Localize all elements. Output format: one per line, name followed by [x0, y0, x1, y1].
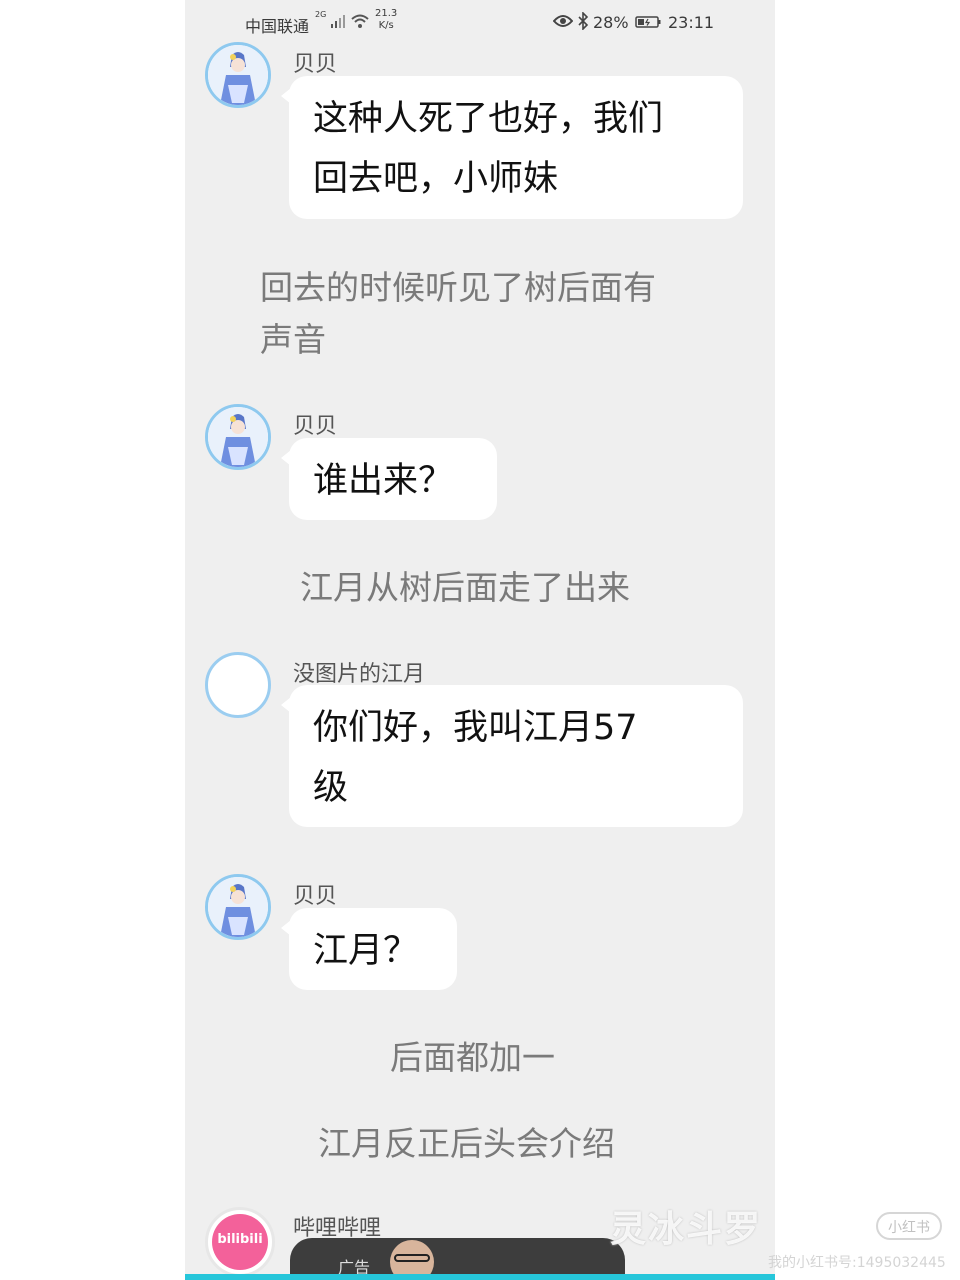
empty-avatar[interactable]: [205, 652, 271, 718]
watermark-title: 灵冰斗罗: [610, 1209, 763, 1250]
battery-icon: [635, 16, 661, 28]
network-type: 2G: [315, 10, 327, 19]
message-text-line: 回去吧，小师妹: [313, 159, 559, 199]
watermark-id: 我的小红书号:1495032445: [768, 1255, 946, 1271]
message-bubble[interactable]: 你们好，我叫江月57 级: [281, 685, 743, 827]
anime-avatar[interactable]: [205, 404, 271, 470]
narration-line: 后面都加一: [390, 1038, 555, 1077]
signal-icon: [331, 15, 345, 28]
message-bubble[interactable]: 谁出来？: [281, 438, 497, 520]
narration-line: 声音: [260, 320, 326, 359]
anime-avatar[interactable]: [205, 874, 271, 940]
sender-name: 贝贝: [293, 52, 338, 77]
carrier-name: 中国联通: [245, 17, 310, 36]
message-text-line: 级: [313, 768, 349, 808]
network-speed: 21.3 K/s: [375, 8, 397, 32]
clock: 23:11: [668, 13, 715, 32]
sender-name: 没图片的江月: [293, 662, 426, 687]
bilibili-avatar[interactable]: bilibili: [205, 1207, 275, 1277]
narration-line: 回去的时候听见了树后面有: [260, 268, 656, 307]
bottom-bar: [185, 1274, 775, 1280]
sender-name: 贝贝: [293, 884, 338, 909]
speed-value: 21.3: [375, 8, 398, 19]
message-bubble[interactable]: 江月？: [281, 908, 457, 990]
status-bar: 中国联通 2G 21.3 K/s 28% 23:11: [185, 0, 775, 44]
narration-text: 江月从树后面走了出来: [300, 562, 630, 614]
message-text-line: 江月？: [313, 931, 419, 971]
ad-thumbnail-detail: [394, 1254, 430, 1262]
bilibili-logo-text: bilibili: [217, 1232, 263, 1247]
bilibili-logo-icon: bilibili: [212, 1214, 268, 1270]
narration-text: 江月反正后头会介绍: [318, 1118, 615, 1170]
eye-icon: [553, 15, 573, 27]
wifi-icon: [351, 14, 369, 28]
narration-text: 后面都加一: [390, 1032, 555, 1084]
message-text-line: 这种人死了也好，我们: [313, 99, 664, 139]
sender-name: 贝贝: [293, 414, 338, 439]
anime-avatar[interactable]: [205, 42, 271, 108]
speed-unit: K/s: [378, 20, 394, 31]
narration-text: 回去的时候听见了树后面有 声音: [260, 262, 656, 366]
message-text-line: 你们好，我叫江月57: [313, 708, 638, 748]
narration-line: 江月从树后面走了出来: [300, 568, 630, 607]
message-text-line: 谁出来？: [313, 461, 454, 501]
bluetooth-icon: [578, 12, 589, 30]
xiaohongshu-badge: 小红书: [876, 1212, 942, 1240]
narration-line: 江月反正后头会介绍: [318, 1124, 615, 1163]
battery-percent: 28%: [593, 13, 629, 32]
chat-screen: 中国联通 2G 21.3 K/s 28% 23:11 贝贝 这种人死了也好，我们…: [185, 0, 775, 1280]
message-bubble[interactable]: 这种人死了也好，我们 回去吧，小师妹: [281, 76, 743, 219]
